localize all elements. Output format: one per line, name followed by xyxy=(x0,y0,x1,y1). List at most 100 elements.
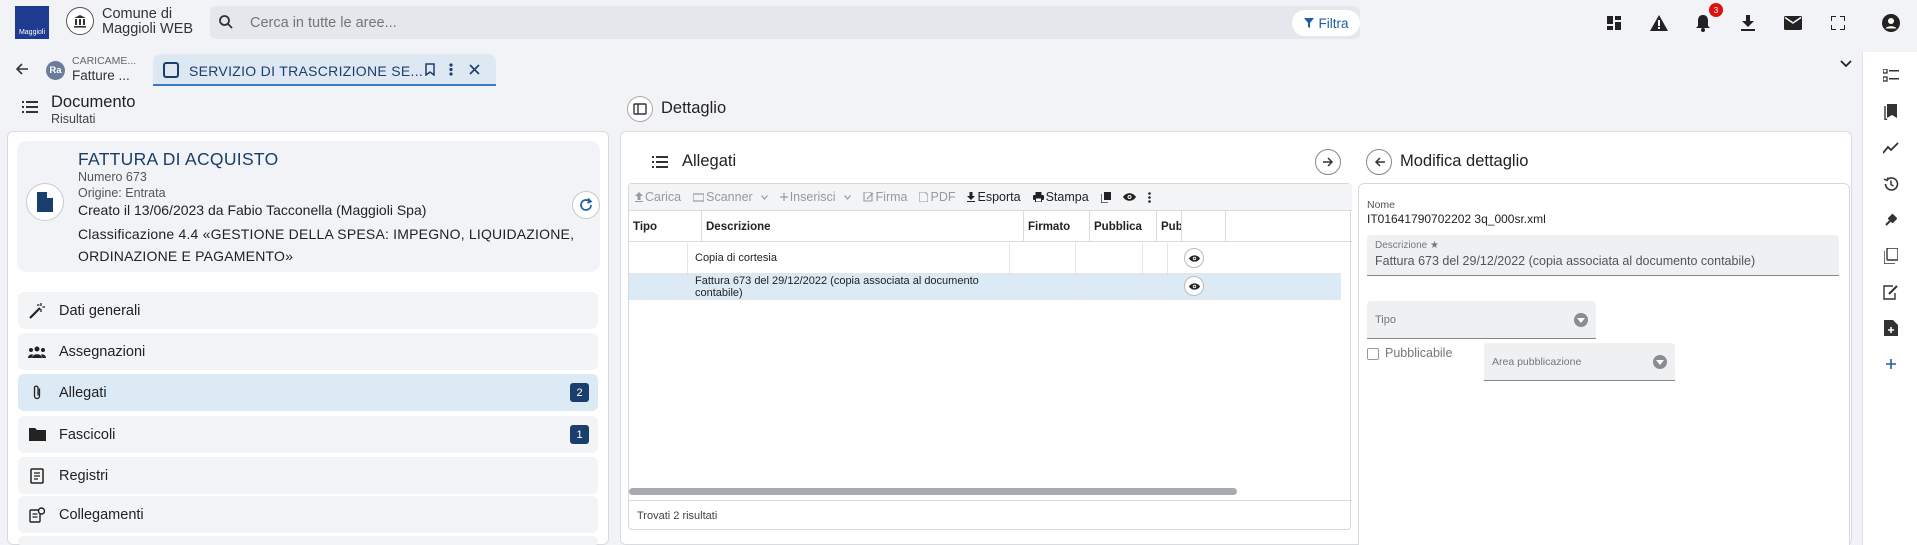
menu-item-assegnazioni[interactable]: Assegnazioni xyxy=(18,333,598,370)
download-icon[interactable] xyxy=(1737,12,1759,34)
document-add-icon[interactable] xyxy=(1881,318,1901,338)
close-icon[interactable] xyxy=(469,64,480,75)
dashboard-icon[interactable] xyxy=(1603,12,1625,34)
menu-item-fascicoli[interactable]: Fascicoli 1 xyxy=(18,416,598,453)
publication-area-label: Area pubblicazione xyxy=(1492,356,1582,368)
bookmark-icon[interactable] xyxy=(425,63,435,76)
cell-tipo xyxy=(629,274,688,299)
document-origin: Origine: Entrata xyxy=(78,186,166,200)
detail-title: Dettaglio xyxy=(661,99,727,117)
chevron-down-icon[interactable] xyxy=(1840,60,1852,68)
column-header-descrizione[interactable]: Descrizione xyxy=(702,211,1024,242)
count-badge: 1 xyxy=(570,425,589,444)
download-icon xyxy=(967,192,976,202)
description-label-text: Descrizione xyxy=(1375,240,1428,251)
cell-tipo xyxy=(629,243,688,273)
top-bar: Maggioli Comune di Maggioli WEB Filtra 3 xyxy=(0,0,1917,44)
arrow-right-icon xyxy=(1322,157,1334,167)
document-summary-card: FATTURA DI ACQUISTO Numero 673 Origine: … xyxy=(17,141,600,272)
table-row-selected[interactable]: Fattura 673 del 29/12/2022 (copia associ… xyxy=(629,274,1341,300)
description-field[interactable]: Descrizione ★ Fattura 673 del 29/12/2022… xyxy=(1367,235,1839,276)
plug-icon[interactable] xyxy=(1881,210,1901,230)
copy-icon xyxy=(1100,191,1111,203)
upload-icon xyxy=(635,192,643,202)
register-icon xyxy=(27,466,47,486)
history-icon[interactable] xyxy=(1881,174,1901,194)
back-button[interactable] xyxy=(1366,149,1392,175)
view-button[interactable] xyxy=(1117,193,1142,201)
document-icon xyxy=(26,183,64,221)
tab-servizio-trascrizione[interactable]: SERVIZIO DI TRASCRIZIONE SE... xyxy=(153,54,496,86)
plus-icon[interactable] xyxy=(1881,354,1901,374)
pdf-icon xyxy=(919,192,929,202)
type-select[interactable]: Tipo xyxy=(1367,301,1596,339)
bookmarks-icon[interactable] xyxy=(1881,102,1901,122)
more-button[interactable] xyxy=(1142,191,1157,203)
refresh-icon xyxy=(579,198,593,212)
filter-button[interactable]: Filtra xyxy=(1292,10,1360,36)
tab-label-bottom: Fatture ... xyxy=(72,68,130,83)
warning-icon[interactable] xyxy=(1648,12,1670,34)
horizontal-scrollbar[interactable] xyxy=(629,488,1237,495)
tab-caricamento[interactable]: Ra CARICAME... Fatture ... xyxy=(42,54,150,86)
app-title: Comune di Maggioli WEB xyxy=(102,6,194,37)
stampa-button[interactable]: Stampa xyxy=(1027,190,1095,204)
magic-wand-icon xyxy=(27,301,47,321)
column-header-firmato[interactable]: Firmato xyxy=(1024,211,1090,242)
scanner-label: Scanner xyxy=(706,190,753,204)
fullscreen-icon[interactable] xyxy=(1827,12,1849,34)
mail-icon[interactable] xyxy=(1782,12,1804,34)
cell-descrizione: Fattura 673 del 29/12/2022 (copia associ… xyxy=(688,274,1010,299)
column-header-tipo[interactable]: Tipo xyxy=(629,211,702,242)
maggioli-logo[interactable]: Maggioli xyxy=(15,6,49,39)
inserisci-label: Inserisci xyxy=(789,190,836,204)
carica-button[interactable]: Carica xyxy=(629,190,687,204)
edit-document-icon[interactable] xyxy=(1881,282,1901,302)
search-bar[interactable]: Filtra xyxy=(210,6,1360,39)
cell-firmato xyxy=(1010,274,1076,299)
stampa-label: Stampa xyxy=(1045,190,1089,204)
menu-item-registri[interactable]: Registri xyxy=(18,457,598,494)
refresh-button[interactable] xyxy=(572,191,600,219)
firma-button[interactable]: Firma xyxy=(857,190,914,204)
copy-button[interactable] xyxy=(1095,191,1117,203)
esporta-label: Esporta xyxy=(977,190,1021,204)
publishable-checkbox[interactable] xyxy=(1367,348,1379,360)
right-rail xyxy=(1862,52,1917,545)
print-icon xyxy=(1032,192,1044,202)
forward-button[interactable] xyxy=(1315,149,1341,175)
chevron-down-icon xyxy=(760,194,768,200)
back-arrow-icon[interactable] xyxy=(16,63,29,75)
document-classification: Classificazione 4.4 «GESTIONE DELLA SPES… xyxy=(78,226,575,264)
menu-item-allegati[interactable]: Allegati 2 xyxy=(18,374,598,411)
column-header-pubb[interactable]: Pubb xyxy=(1157,211,1182,242)
column-header-pubblica[interactable]: Pubblica xyxy=(1090,211,1157,242)
detail-panel: Allegati Carica Scanner Inserisci Firma … xyxy=(620,131,1852,545)
table-row[interactable]: Copia di cortesia xyxy=(629,243,1341,274)
menu-item-collegamenti[interactable]: Collegamenti xyxy=(18,496,598,533)
eye-icon[interactable] xyxy=(1184,248,1204,268)
firma-label: Firma xyxy=(875,190,908,204)
inserisci-button[interactable]: Inserisci xyxy=(774,190,857,204)
copy-document-icon[interactable] xyxy=(1881,246,1901,266)
checklist-icon[interactable] xyxy=(1881,66,1901,86)
eye-icon[interactable] xyxy=(1184,276,1204,296)
menu-item-partial[interactable] xyxy=(18,536,598,545)
menu-item-dati-generali[interactable]: Dati generali xyxy=(18,292,598,329)
column-header-actions xyxy=(1182,211,1226,242)
more-vert-icon[interactable] xyxy=(449,63,453,76)
filter-label: Filtra xyxy=(1318,15,1349,31)
sidebar-toggle-button[interactable] xyxy=(627,96,653,122)
required-mark: ★ xyxy=(1430,240,1439,251)
trend-icon[interactable] xyxy=(1881,138,1901,158)
tab-avatar: Ra xyxy=(46,61,65,80)
esporta-button[interactable]: Esporta xyxy=(961,190,1026,204)
eye-icon xyxy=(1122,193,1136,201)
account-icon[interactable] xyxy=(1880,12,1902,34)
search-input[interactable] xyxy=(250,12,1050,34)
list-icon[interactable] xyxy=(22,101,38,113)
publication-area-select[interactable]: Area pubblicazione xyxy=(1484,343,1675,381)
pdf-label: PDF xyxy=(930,190,956,204)
scanner-button[interactable]: Scanner xyxy=(687,190,774,204)
pdf-button[interactable]: PDF xyxy=(913,190,961,204)
